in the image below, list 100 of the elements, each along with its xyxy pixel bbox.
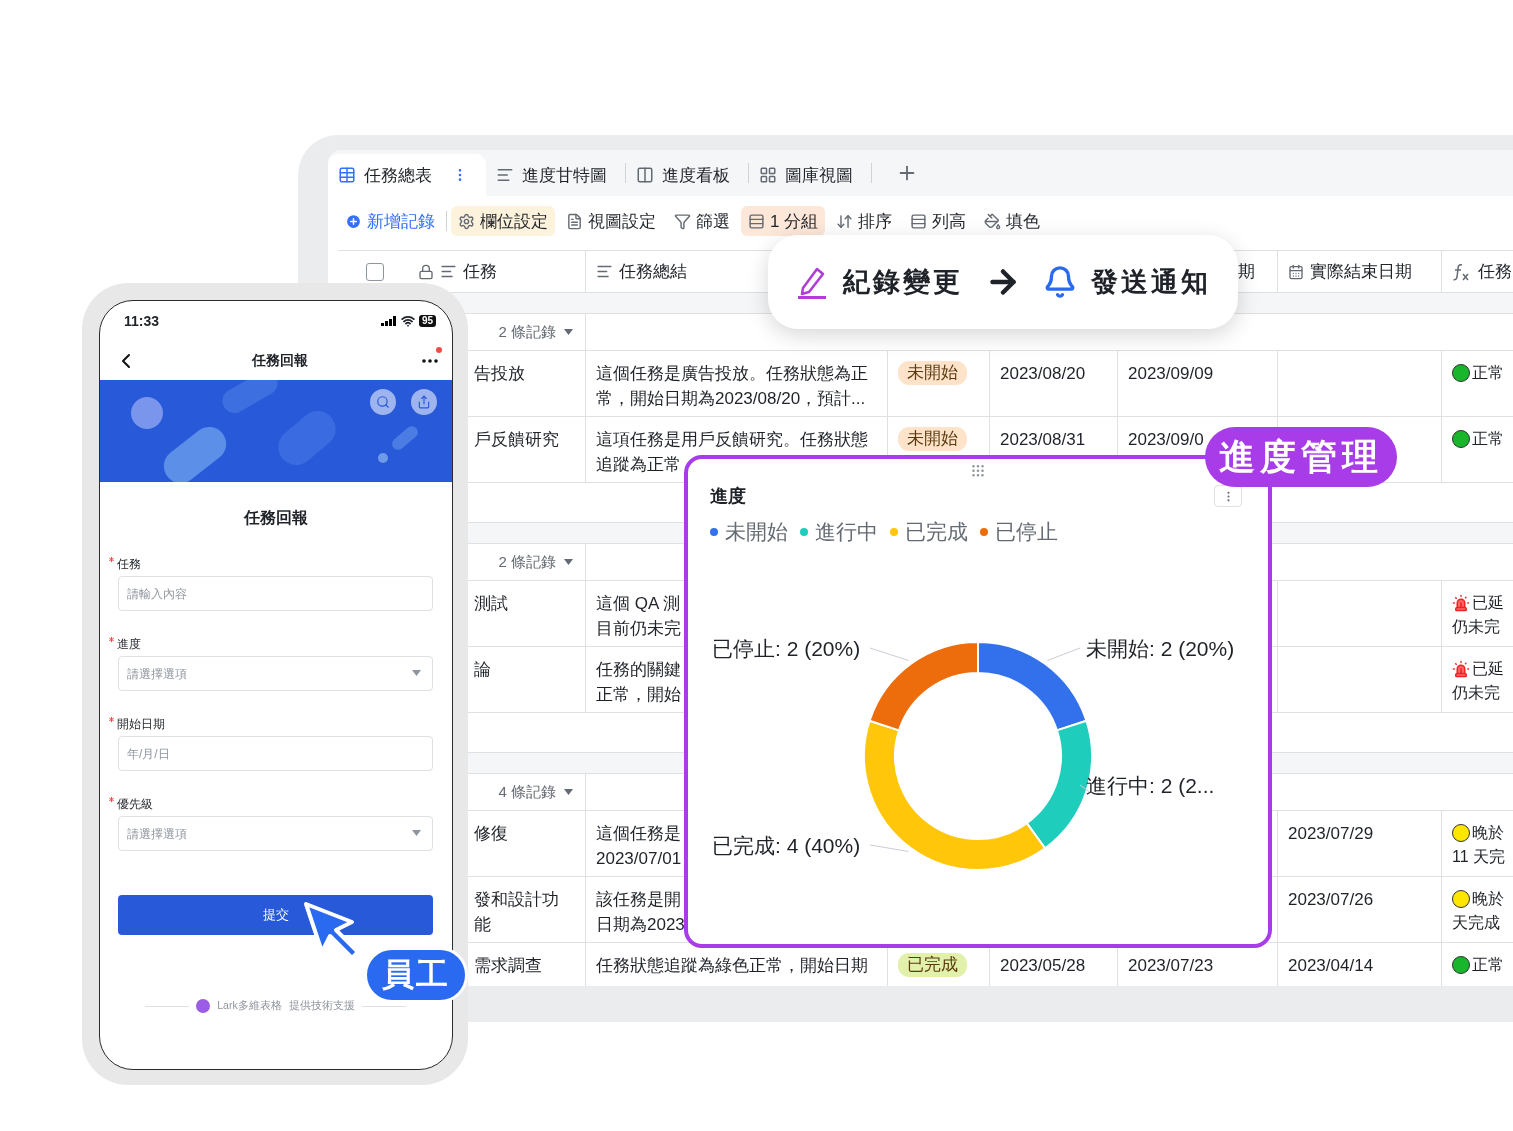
table-cell-text: 2023/08/31 — [1000, 429, 1086, 451]
wifi-icon — [400, 314, 415, 328]
toolbar-button[interactable]: 列高 — [903, 206, 974, 236]
caret-icon — [564, 559, 573, 565]
footer-text: 提供技術支援 — [288, 999, 355, 1013]
select-field[interactable]: 請選擇選項 — [118, 656, 433, 691]
table-cell-text: 晚於 — [1472, 823, 1504, 843]
table-cell-text: 2023/07/23 — [1128, 955, 1214, 977]
more-button[interactable] — [422, 358, 438, 363]
view-icon — [496, 166, 514, 184]
input-field[interactable]: 年/月/日 — [118, 736, 433, 771]
table-cell-text: 任務的關鍵正常，開始 — [596, 659, 682, 706]
caret-icon — [412, 830, 421, 836]
select-field[interactable]: 請選擇選項 — [118, 816, 433, 851]
share-button[interactable] — [411, 389, 437, 415]
table-cell-text: 需求調查 — [474, 955, 542, 977]
callout-text: 發送通知 — [1091, 266, 1211, 299]
table-cell-text: 修復 — [474, 823, 508, 845]
status-tag: 已完成 — [898, 953, 967, 977]
field-label: 開始日期 — [117, 717, 165, 731]
more-icon — [422, 358, 438, 363]
data-label: 已完成: 4 (40%) — [712, 834, 861, 858]
group-count[interactable]: 2 條記錄 — [498, 322, 573, 342]
table-cell-text: 任務狀態追蹤為綠色正常，開始日期 — [596, 955, 868, 977]
lock-icon — [418, 263, 434, 280]
table-cell-text: 發和設計功能 — [474, 889, 560, 936]
group-count[interactable]: 4 條記錄 — [498, 782, 573, 802]
data-label: 進行中: 2 (2... — [1086, 774, 1215, 798]
view-tab[interactable]: 進度看板 — [626, 154, 748, 196]
search-icon — [376, 395, 390, 409]
search-button[interactable] — [370, 389, 396, 415]
table-cell-text: 戶反饋研究 — [474, 429, 559, 451]
select-all-checkbox[interactable] — [366, 262, 384, 281]
toolbar-button[interactable]: 新增記錄 — [338, 206, 442, 236]
toolbar-button[interactable]: 欄位設定 — [451, 206, 555, 236]
view-icon — [338, 166, 356, 184]
leader-line — [1046, 647, 1081, 662]
toolbar-icon — [748, 212, 765, 230]
table-cell-text: 2023/07/26 — [1288, 889, 1374, 911]
view-icon — [636, 166, 654, 184]
table-cell-text: 天完成 — [1452, 913, 1500, 933]
toolbar-icon — [910, 212, 928, 230]
group-count[interactable]: 2 條記錄 — [498, 552, 573, 572]
leader-line — [869, 647, 910, 662]
brand-icon — [196, 999, 211, 1013]
status-tag: 未開始 — [898, 361, 967, 385]
status-dot-icon — [1452, 956, 1470, 974]
column-header: 任務 — [463, 261, 497, 283]
battery-level: 95 — [418, 315, 436, 327]
table-cell-text: 這個任務是2023/07/01 — [596, 823, 683, 870]
drag-handle-icon[interactable] — [970, 463, 986, 479]
table-cell-text: 已延 — [1472, 659, 1504, 679]
toolbar-icon — [566, 212, 583, 230]
view-tab[interactable]: 進度甘特圖 — [486, 154, 625, 196]
table-cell-text: 11 天完 — [1452, 847, 1506, 867]
toolbar-button[interactable]: 視圖設定 — [559, 206, 663, 236]
view-tab[interactable]: 任務總表 — [328, 154, 486, 196]
toolbar-icon — [345, 212, 362, 230]
date-field-icon — [1288, 263, 1304, 280]
text-field-icon — [596, 263, 613, 280]
legend-item: 已完成 — [890, 518, 968, 547]
data-label: 已停止: 2 (20%) — [712, 637, 861, 661]
legend-item: 已停止 — [980, 518, 1058, 547]
caret-icon — [412, 670, 421, 676]
toolbar-icon — [984, 212, 1002, 230]
table-cell-text: 測試 — [474, 593, 508, 615]
table-cell-text: 2023/04/14 — [1288, 955, 1374, 977]
form-title: 任務回報 — [242, 508, 309, 528]
screen-title: 任務回報 — [252, 351, 308, 370]
toolbar-icon — [836, 212, 854, 230]
leader-line — [869, 844, 910, 853]
table-cell-text: 仍未完 — [1452, 617, 1500, 637]
status-tag: 未開始 — [898, 427, 967, 451]
share-icon — [417, 395, 431, 409]
table-cell-text: 正常 — [1472, 363, 1504, 383]
table-cell-text: 2023/09/0 — [1128, 429, 1204, 451]
status-dot-icon — [1452, 890, 1470, 908]
table-cell-text: 這個任務是廣告投放。任務狀態為正常，開始日期為2023/08/20，預計... — [596, 363, 869, 410]
column-header: 期 — [1238, 261, 1255, 283]
status-dot-icon — [1452, 824, 1470, 842]
toolbar-button[interactable]: 填色 — [977, 206, 1048, 236]
table-cell-text: 告投放 — [474, 363, 525, 385]
table-cell-text: 該任務是開日期為2023 — [596, 889, 686, 936]
toolbar-button[interactable]: 排序 — [829, 206, 900, 236]
toolbar-icon — [674, 212, 691, 230]
footer-text: Lark多維表格 — [217, 999, 282, 1013]
input-field[interactable]: 請輸入內容 — [118, 576, 433, 611]
toolbar-button[interactable]: 篩選 — [667, 206, 737, 236]
toolbar-icon — [458, 212, 475, 230]
data-label: 未開始: 2 (20%) — [1086, 637, 1235, 661]
column-header: 任務總結 — [619, 261, 687, 283]
toolbar-button[interactable]: 1 分組 — [741, 206, 826, 236]
legend-item: 進行中 — [800, 518, 878, 547]
legend-item: 未開始 — [710, 518, 788, 547]
submit-button[interactable]: 提交 — [118, 895, 433, 935]
view-tab[interactable]: 圖庫視圖 — [749, 154, 871, 196]
field-label: 任務 — [117, 557, 141, 571]
table-cell-text: 仍未完 — [1452, 683, 1500, 703]
field-label: 進度 — [117, 637, 141, 651]
table-cell-text: 論 — [474, 659, 491, 681]
